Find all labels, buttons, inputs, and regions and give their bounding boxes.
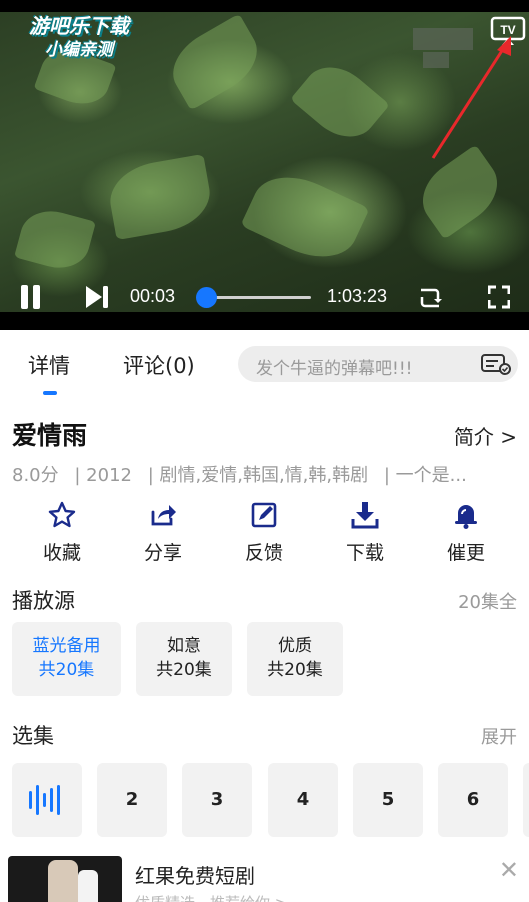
bell-icon (455, 505, 477, 529)
feedback-button[interactable]: 反馈 (219, 500, 309, 565)
pause-icon[interactable] (20, 284, 42, 310)
close-icon[interactable]: ✕ (499, 856, 519, 884)
source-option[interactable]: 蓝光备用 共20集 (12, 622, 121, 696)
video-meta: 8.0分 | 2012 | 剧情,爱情,韩国,情,韩,韩剧 | 一个是... (12, 461, 520, 487)
watermark-line1: 游吧乐下载 (29, 14, 129, 38)
download-label: 下载 (345, 542, 384, 564)
tab-details[interactable]: 详情 (28, 350, 70, 380)
action-bar: 收藏 分享 反馈 下载 催更 (12, 500, 517, 570)
current-time: 00:03 (130, 286, 176, 306)
share-icon (151, 505, 176, 526)
episode-button[interactable]: 5 (353, 763, 423, 837)
source-option[interactable]: 优质 共20集 (247, 622, 343, 696)
foliage (161, 13, 269, 111)
foliage (290, 53, 390, 151)
progress-track[interactable] (205, 296, 311, 299)
favorite-label: 收藏 (42, 542, 81, 564)
ad-subtitle: 优质精选，推荐给你 > (135, 892, 287, 902)
episodes-title: 选集 (12, 724, 54, 748)
player-controls: 00:03 1:03:23 (0, 280, 529, 314)
download-icon (351, 502, 379, 529)
feedback-label: 反馈 (244, 542, 283, 564)
source-option[interactable]: 如意 共20集 (136, 622, 232, 696)
ad-thumbnail (8, 856, 122, 902)
source-count: 共20集 (267, 660, 323, 680)
danmaku-input[interactable]: 发个牛逼的弹幕吧!!! (238, 346, 518, 382)
watermark-line2: 小编亲测 (45, 40, 113, 60)
favorite-button[interactable]: 收藏 (17, 500, 107, 565)
tab-comments[interactable]: 评论(0) (123, 350, 195, 380)
source-name: 如意 (167, 636, 201, 656)
year: | 2012 (74, 465, 132, 486)
tab-bar: 详情 评论(0) 发个牛逼的弹幕吧!!! (0, 340, 529, 396)
foliage (104, 153, 216, 241)
danmaku-settings-icon[interactable] (480, 352, 512, 376)
episode-button-partial[interactable] (523, 763, 529, 837)
star-icon (48, 501, 76, 528)
episode-1-playing[interactable] (12, 763, 82, 837)
video-player[interactable]: 游吧乐下载 小编亲测 TV 00:03 1:03:23 (0, 0, 529, 330)
episode-button[interactable]: 2 (97, 763, 167, 837)
description-snippet: | 一个是... (383, 465, 467, 486)
source-count: 共20集 (156, 660, 212, 680)
fullscreen-icon[interactable] (488, 284, 510, 310)
rotate-screen-icon[interactable] (417, 284, 443, 310)
genres: | 剧情,爱情,韩国,情,韩,韩剧 (147, 465, 369, 486)
share-label: 分享 (143, 542, 182, 564)
episode-button[interactable]: 3 (182, 763, 252, 837)
ad-title: 红果免费短剧 (135, 864, 255, 888)
episode-button[interactable]: 6 (438, 763, 508, 837)
progress-knob[interactable] (196, 287, 217, 308)
download-button[interactable]: 下载 (320, 500, 410, 565)
score: 8.0分 (12, 465, 59, 486)
total-time: 1:03:23 (327, 286, 388, 306)
source-name: 蓝光备用 (32, 636, 101, 656)
watermark-logo: 游吧乐下载 小编亲测 (16, 14, 142, 62)
sources-total[interactable]: 20集全 (458, 588, 517, 614)
sources-title: 播放源 (12, 589, 75, 613)
remind-update-label: 催更 (446, 542, 485, 564)
active-tab-indicator (43, 391, 57, 395)
source-count: 共20集 (38, 660, 95, 680)
remind-update-button[interactable]: 催更 (421, 500, 511, 565)
foliage (14, 203, 96, 276)
share-button[interactable]: 分享 (118, 500, 208, 565)
episodes-expand[interactable]: 展开 (481, 723, 517, 749)
playing-bars-icon (29, 785, 60, 815)
danmaku-placeholder: 发个牛逼的弹幕吧!!! (256, 359, 413, 379)
next-icon[interactable] (84, 284, 110, 310)
video-title: 爱情雨 (12, 421, 88, 450)
annotation-arrow (431, 36, 511, 159)
source-name: 优质 (278, 636, 312, 656)
feedback-icon (251, 502, 277, 528)
episode-button[interactable]: 4 (268, 763, 338, 837)
foliage (240, 162, 370, 272)
intro-link[interactable]: 简介 > (454, 421, 517, 450)
ad-banner[interactable]: 红果免费短剧 优质精选，推荐给你 > ✕ (0, 850, 529, 902)
